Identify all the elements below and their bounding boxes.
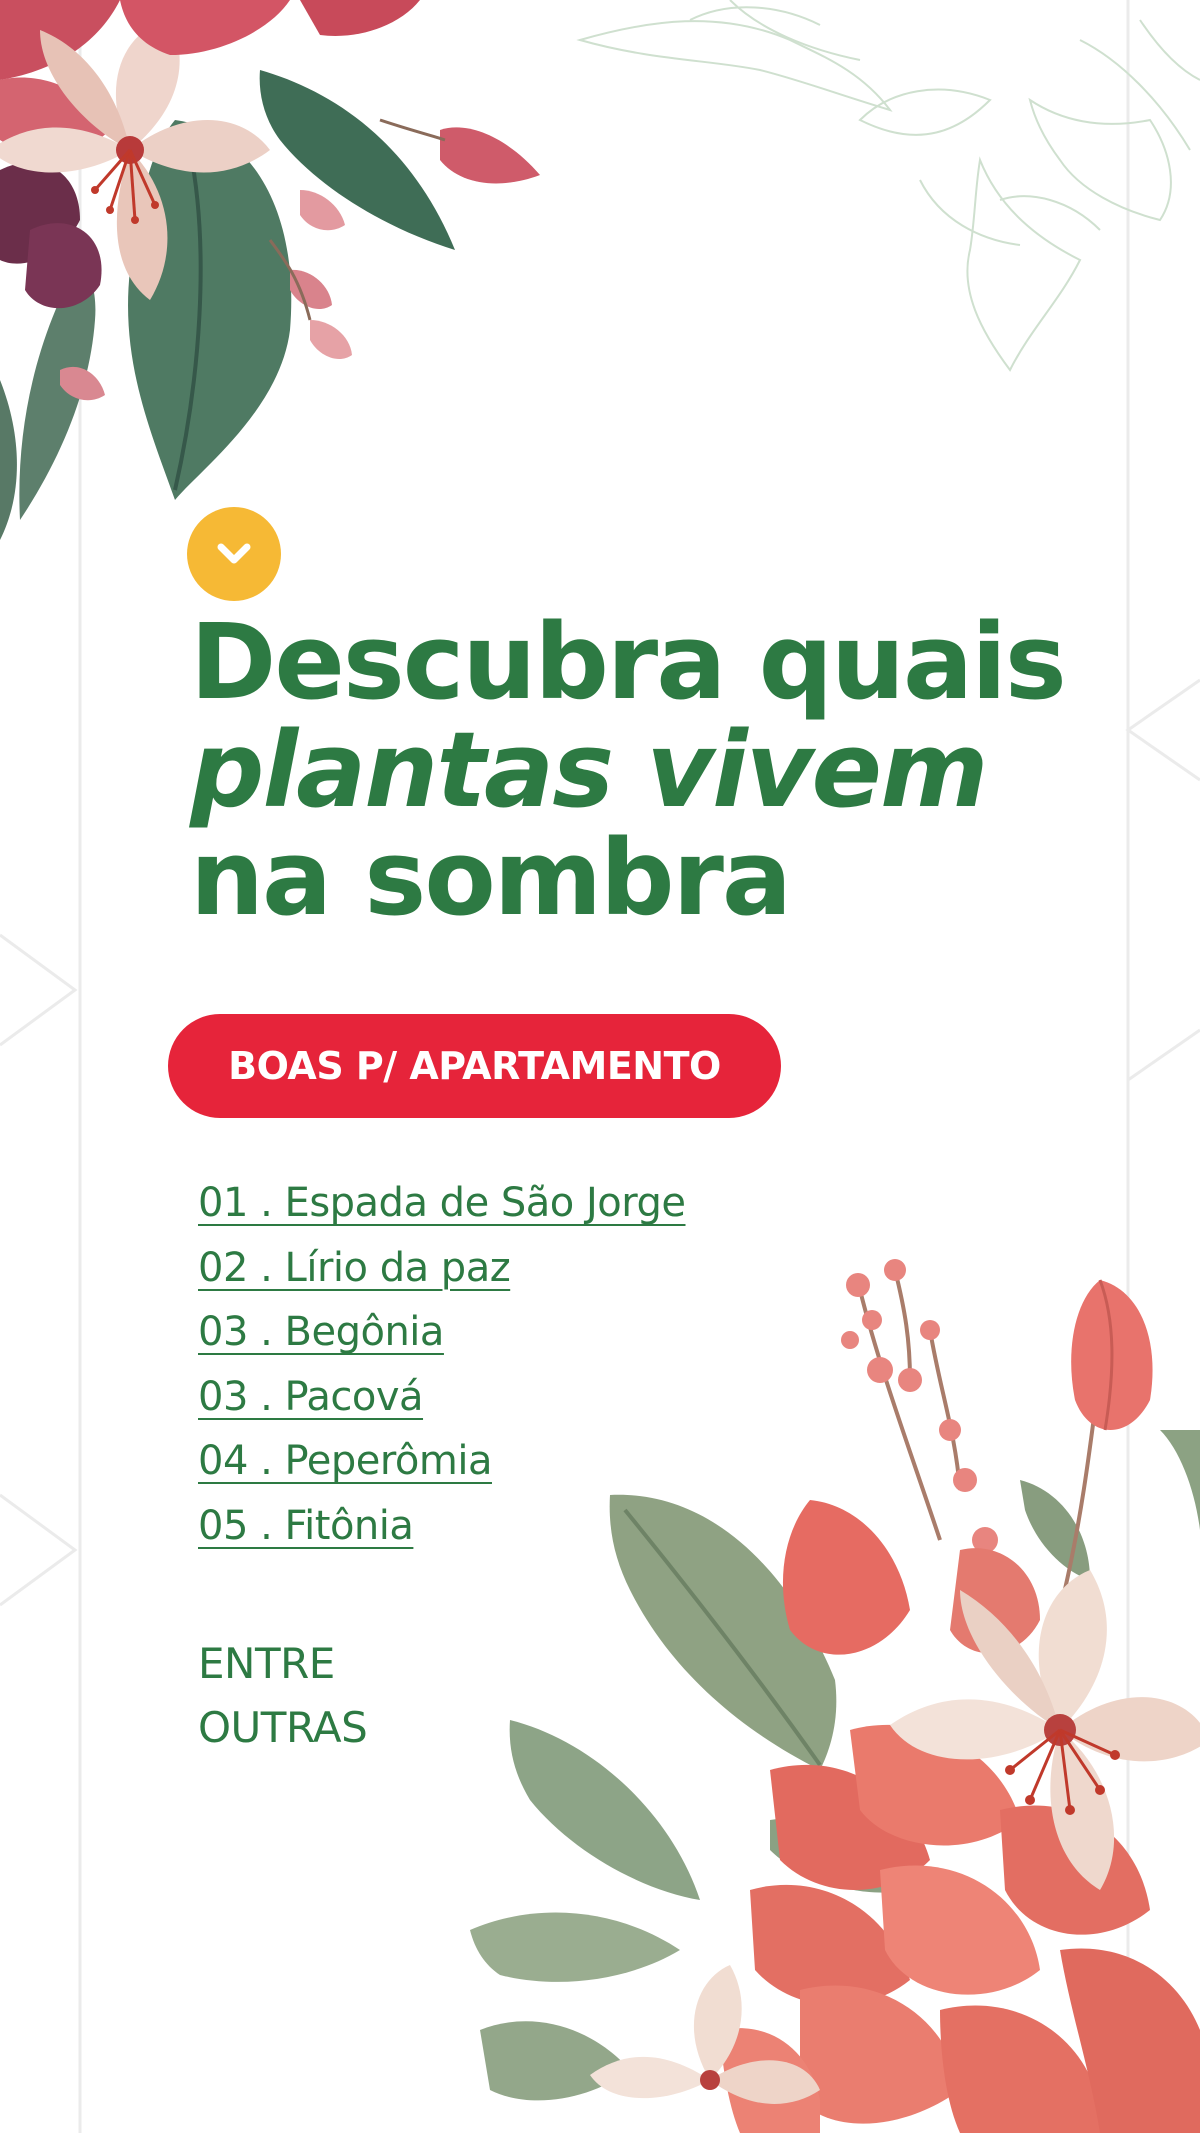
chevron-down-badge[interactable] (187, 507, 281, 601)
plant-link[interactable]: 03 . Begônia (198, 1309, 444, 1355)
plant-link[interactable]: 05 . Fitônia (198, 1503, 414, 1549)
chevron-down-icon (217, 543, 251, 564)
plant-link[interactable]: 01 . Espada de São Jorge (198, 1180, 686, 1226)
plant-list: 01 . Espada de São Jorge 02 . Lírio da p… (198, 1180, 686, 1567)
headline-line-3: na sombra (190, 817, 792, 939)
list-item: 03 . Pacová (198, 1374, 686, 1439)
flower-illustration-top (0, 0, 540, 540)
list-item: 01 . Espada de São Jorge (198, 1180, 686, 1245)
plant-link[interactable]: 03 . Pacová (198, 1374, 424, 1420)
leaf-sketch-illustration (576, 0, 1200, 372)
headline-line-2: plantas vivem (190, 709, 988, 831)
list-item: 03 . Begônia (198, 1309, 686, 1374)
footer-note: ENTRE OUTRAS (198, 1632, 368, 1760)
plant-link[interactable]: 02 . Lírio da paz (198, 1245, 511, 1291)
plant-link[interactable]: 04 . Peperômia (198, 1438, 492, 1484)
list-item: 04 . Peperômia (198, 1438, 686, 1503)
headline-line-1: Descubra quais (190, 601, 1067, 723)
category-badge-label: BOAS P/ APARTAMENTO (228, 1044, 721, 1088)
list-item: 05 . Fitônia (198, 1503, 686, 1568)
footer-note-line-2: OUTRAS (198, 1703, 368, 1752)
category-badge: BOAS P/ APARTAMENTO (168, 1014, 781, 1118)
headline: Descubra quais plantas vivem na sombra (190, 608, 1110, 932)
list-item: 02 . Lírio da paz (198, 1245, 686, 1310)
story-canvas: Descubra quais plantas vivem na sombra B… (0, 0, 1200, 2133)
footer-note-line-1: ENTRE (198, 1639, 335, 1688)
